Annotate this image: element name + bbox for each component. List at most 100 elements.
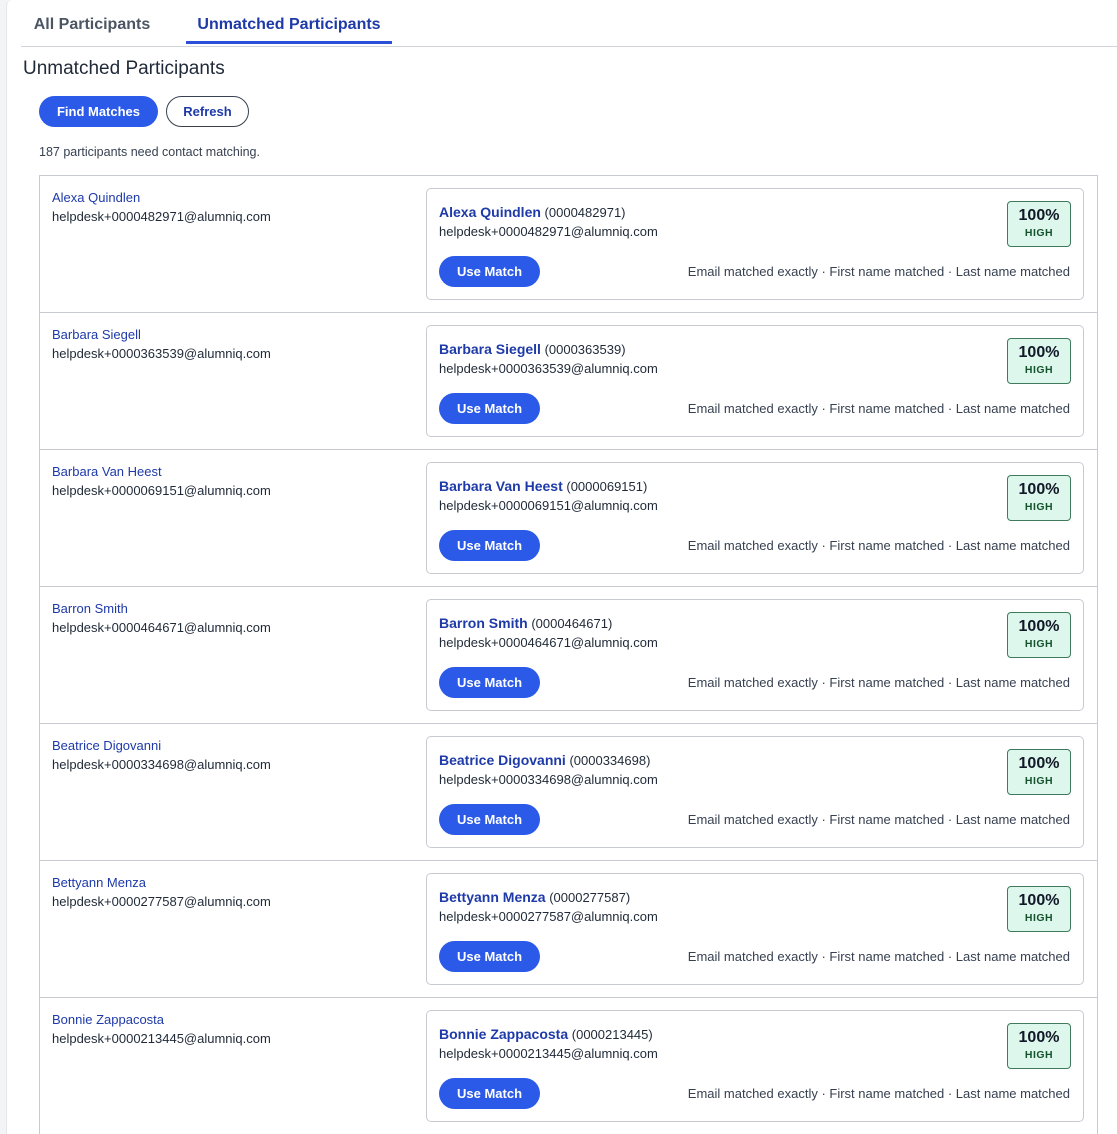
confidence-badge: 100% HIGH — [1007, 612, 1071, 658]
participant-row: Barron Smith helpdesk+0000464671@alumniq… — [40, 587, 1097, 724]
use-match-button[interactable]: Use Match — [439, 256, 540, 287]
match-reasons: Email matched exactly · First name match… — [687, 812, 1070, 827]
tab-all-participants[interactable]: All Participants — [21, 0, 163, 44]
confidence-level: HIGH — [1024, 364, 1054, 376]
match-name-link[interactable]: Barron Smith — [439, 615, 528, 631]
match-id: (0000363539) — [544, 342, 626, 357]
find-matches-button[interactable]: Find Matches — [39, 96, 158, 127]
confidence-level: HIGH — [1024, 638, 1054, 650]
match-id: (0000277587) — [549, 890, 631, 905]
participant-list: Alexa Quindlen helpdesk+0000482971@alumn… — [39, 175, 1098, 1134]
match-reasons: Email matched exactly · First name match… — [687, 538, 1070, 553]
match-title: Barbara Van Heest (0000069151) — [439, 478, 647, 494]
tab-unmatched-participants[interactable]: Unmatched Participants — [186, 0, 392, 44]
tab-bar: All Participants Unmatched Participants — [21, 0, 1117, 47]
match-title: Bonnie Zappacosta (0000213445) — [439, 1026, 653, 1042]
participant-row: Bettyann Menza helpdesk+0000277587@alumn… — [40, 861, 1097, 998]
confidence-badge: 100% HIGH — [1007, 886, 1071, 932]
match-email: helpdesk+0000069151@alumniq.com — [439, 498, 658, 513]
match-title: Alexa Quindlen (0000482971) — [439, 204, 626, 220]
match-reasons: Email matched exactly · First name match… — [687, 401, 1070, 416]
confidence-level: HIGH — [1024, 912, 1054, 924]
match-name-link[interactable]: Barbara Van Heest — [439, 478, 563, 494]
confidence-badge: 100% HIGH — [1007, 1023, 1071, 1069]
page: All Participants Unmatched Participants … — [6, 0, 1117, 1134]
use-match-button[interactable]: Use Match — [439, 530, 540, 561]
participant-email: helpdesk+0000334698@alumniq.com — [52, 757, 271, 772]
participant-row: Barbara Van Heest helpdesk+0000069151@al… — [40, 450, 1097, 587]
participant-email: helpdesk+0000069151@alumniq.com — [52, 483, 271, 498]
participant-name-link[interactable]: Barbara Siegell — [52, 327, 141, 342]
confidence-score: 100% — [1018, 207, 1060, 224]
match-name-link[interactable]: Bonnie Zappacosta — [439, 1026, 568, 1042]
match-title: Bettyann Menza (0000277587) — [439, 889, 630, 905]
confidence-level: HIGH — [1024, 775, 1054, 787]
match-email: helpdesk+0000482971@alumniq.com — [439, 224, 658, 239]
confidence-level: HIGH — [1024, 227, 1054, 239]
match-id: (0000213445) — [571, 1027, 653, 1042]
participant-email: helpdesk+0000363539@alumniq.com — [52, 346, 271, 361]
participant-row: Bonnie Zappacosta helpdesk+0000213445@al… — [40, 998, 1097, 1134]
confidence-level: HIGH — [1024, 1049, 1054, 1061]
confidence-score: 100% — [1018, 481, 1060, 498]
page-title: Unmatched Participants — [23, 58, 225, 79]
participant-name-link[interactable]: Beatrice Digovanni — [52, 738, 161, 753]
participant-email: helpdesk+0000482971@alumniq.com — [52, 209, 271, 224]
match-card: Alexa Quindlen (0000482971) helpdesk+000… — [426, 188, 1084, 300]
match-id: (0000482971) — [544, 205, 626, 220]
use-match-button[interactable]: Use Match — [439, 393, 540, 424]
match-card: Barron Smith (0000464671) helpdesk+00004… — [426, 599, 1084, 711]
confidence-score: 100% — [1018, 892, 1060, 909]
participant-email: helpdesk+0000277587@alumniq.com — [52, 894, 271, 909]
confidence-badge: 100% HIGH — [1007, 201, 1071, 247]
participant-name-link[interactable]: Barbara Van Heest — [52, 464, 162, 479]
use-match-button[interactable]: Use Match — [439, 941, 540, 972]
use-match-button[interactable]: Use Match — [439, 1078, 540, 1109]
match-name-link[interactable]: Beatrice Digovanni — [439, 752, 566, 768]
participant-name-link[interactable]: Bettyann Menza — [52, 875, 146, 890]
confidence-level: HIGH — [1024, 501, 1054, 513]
confidence-score: 100% — [1018, 1029, 1060, 1046]
match-email: helpdesk+0000277587@alumniq.com — [439, 909, 658, 924]
participant-name-link[interactable]: Alexa Quindlen — [52, 190, 140, 205]
match-card: Bonnie Zappacosta (0000213445) helpdesk+… — [426, 1010, 1084, 1122]
match-title: Beatrice Digovanni (0000334698) — [439, 752, 650, 768]
confidence-badge: 100% HIGH — [1007, 749, 1071, 795]
match-card: Beatrice Digovanni (0000334698) helpdesk… — [426, 736, 1084, 848]
confidence-score: 100% — [1018, 618, 1060, 635]
participant-row: Barbara Siegell helpdesk+0000363539@alum… — [40, 313, 1097, 450]
match-id: (0000464671) — [531, 616, 613, 631]
refresh-button[interactable]: Refresh — [166, 96, 249, 127]
confidence-badge: 100% HIGH — [1007, 338, 1071, 384]
match-id: (0000334698) — [569, 753, 651, 768]
participant-row: Beatrice Digovanni helpdesk+0000334698@a… — [40, 724, 1097, 861]
match-email: helpdesk+0000363539@alumniq.com — [439, 361, 658, 376]
match-name-link[interactable]: Alexa Quindlen — [439, 204, 541, 220]
match-id: (0000069151) — [566, 479, 648, 494]
match-reasons: Email matched exactly · First name match… — [687, 1086, 1070, 1101]
participant-row: Alexa Quindlen helpdesk+0000482971@alumn… — [40, 176, 1097, 313]
unmatched-count-summary: 187 participants need contact matching. — [39, 145, 260, 159]
confidence-badge: 100% HIGH — [1007, 475, 1071, 521]
match-email: helpdesk+0000213445@alumniq.com — [439, 1046, 658, 1061]
match-card: Barbara Siegell (0000363539) helpdesk+00… — [426, 325, 1084, 437]
participant-name-link[interactable]: Barron Smith — [52, 601, 128, 616]
participant-email: helpdesk+0000464671@alumniq.com — [52, 620, 271, 635]
match-reasons: Email matched exactly · First name match… — [687, 949, 1070, 964]
participant-email: helpdesk+0000213445@alumniq.com — [52, 1031, 271, 1046]
use-match-button[interactable]: Use Match — [439, 804, 540, 835]
match-email: helpdesk+0000464671@alumniq.com — [439, 635, 658, 650]
match-name-link[interactable]: Barbara Siegell — [439, 341, 541, 357]
match-card: Bettyann Menza (0000277587) helpdesk+000… — [426, 873, 1084, 985]
use-match-button[interactable]: Use Match — [439, 667, 540, 698]
match-title: Barbara Siegell (0000363539) — [439, 341, 626, 357]
participant-name-link[interactable]: Bonnie Zappacosta — [52, 1012, 164, 1027]
confidence-score: 100% — [1018, 755, 1060, 772]
confidence-score: 100% — [1018, 344, 1060, 361]
match-email: helpdesk+0000334698@alumniq.com — [439, 772, 658, 787]
match-reasons: Email matched exactly · First name match… — [687, 264, 1070, 279]
match-reasons: Email matched exactly · First name match… — [687, 675, 1070, 690]
match-title: Barron Smith (0000464671) — [439, 615, 612, 631]
match-card: Barbara Van Heest (0000069151) helpdesk+… — [426, 462, 1084, 574]
match-name-link[interactable]: Bettyann Menza — [439, 889, 546, 905]
